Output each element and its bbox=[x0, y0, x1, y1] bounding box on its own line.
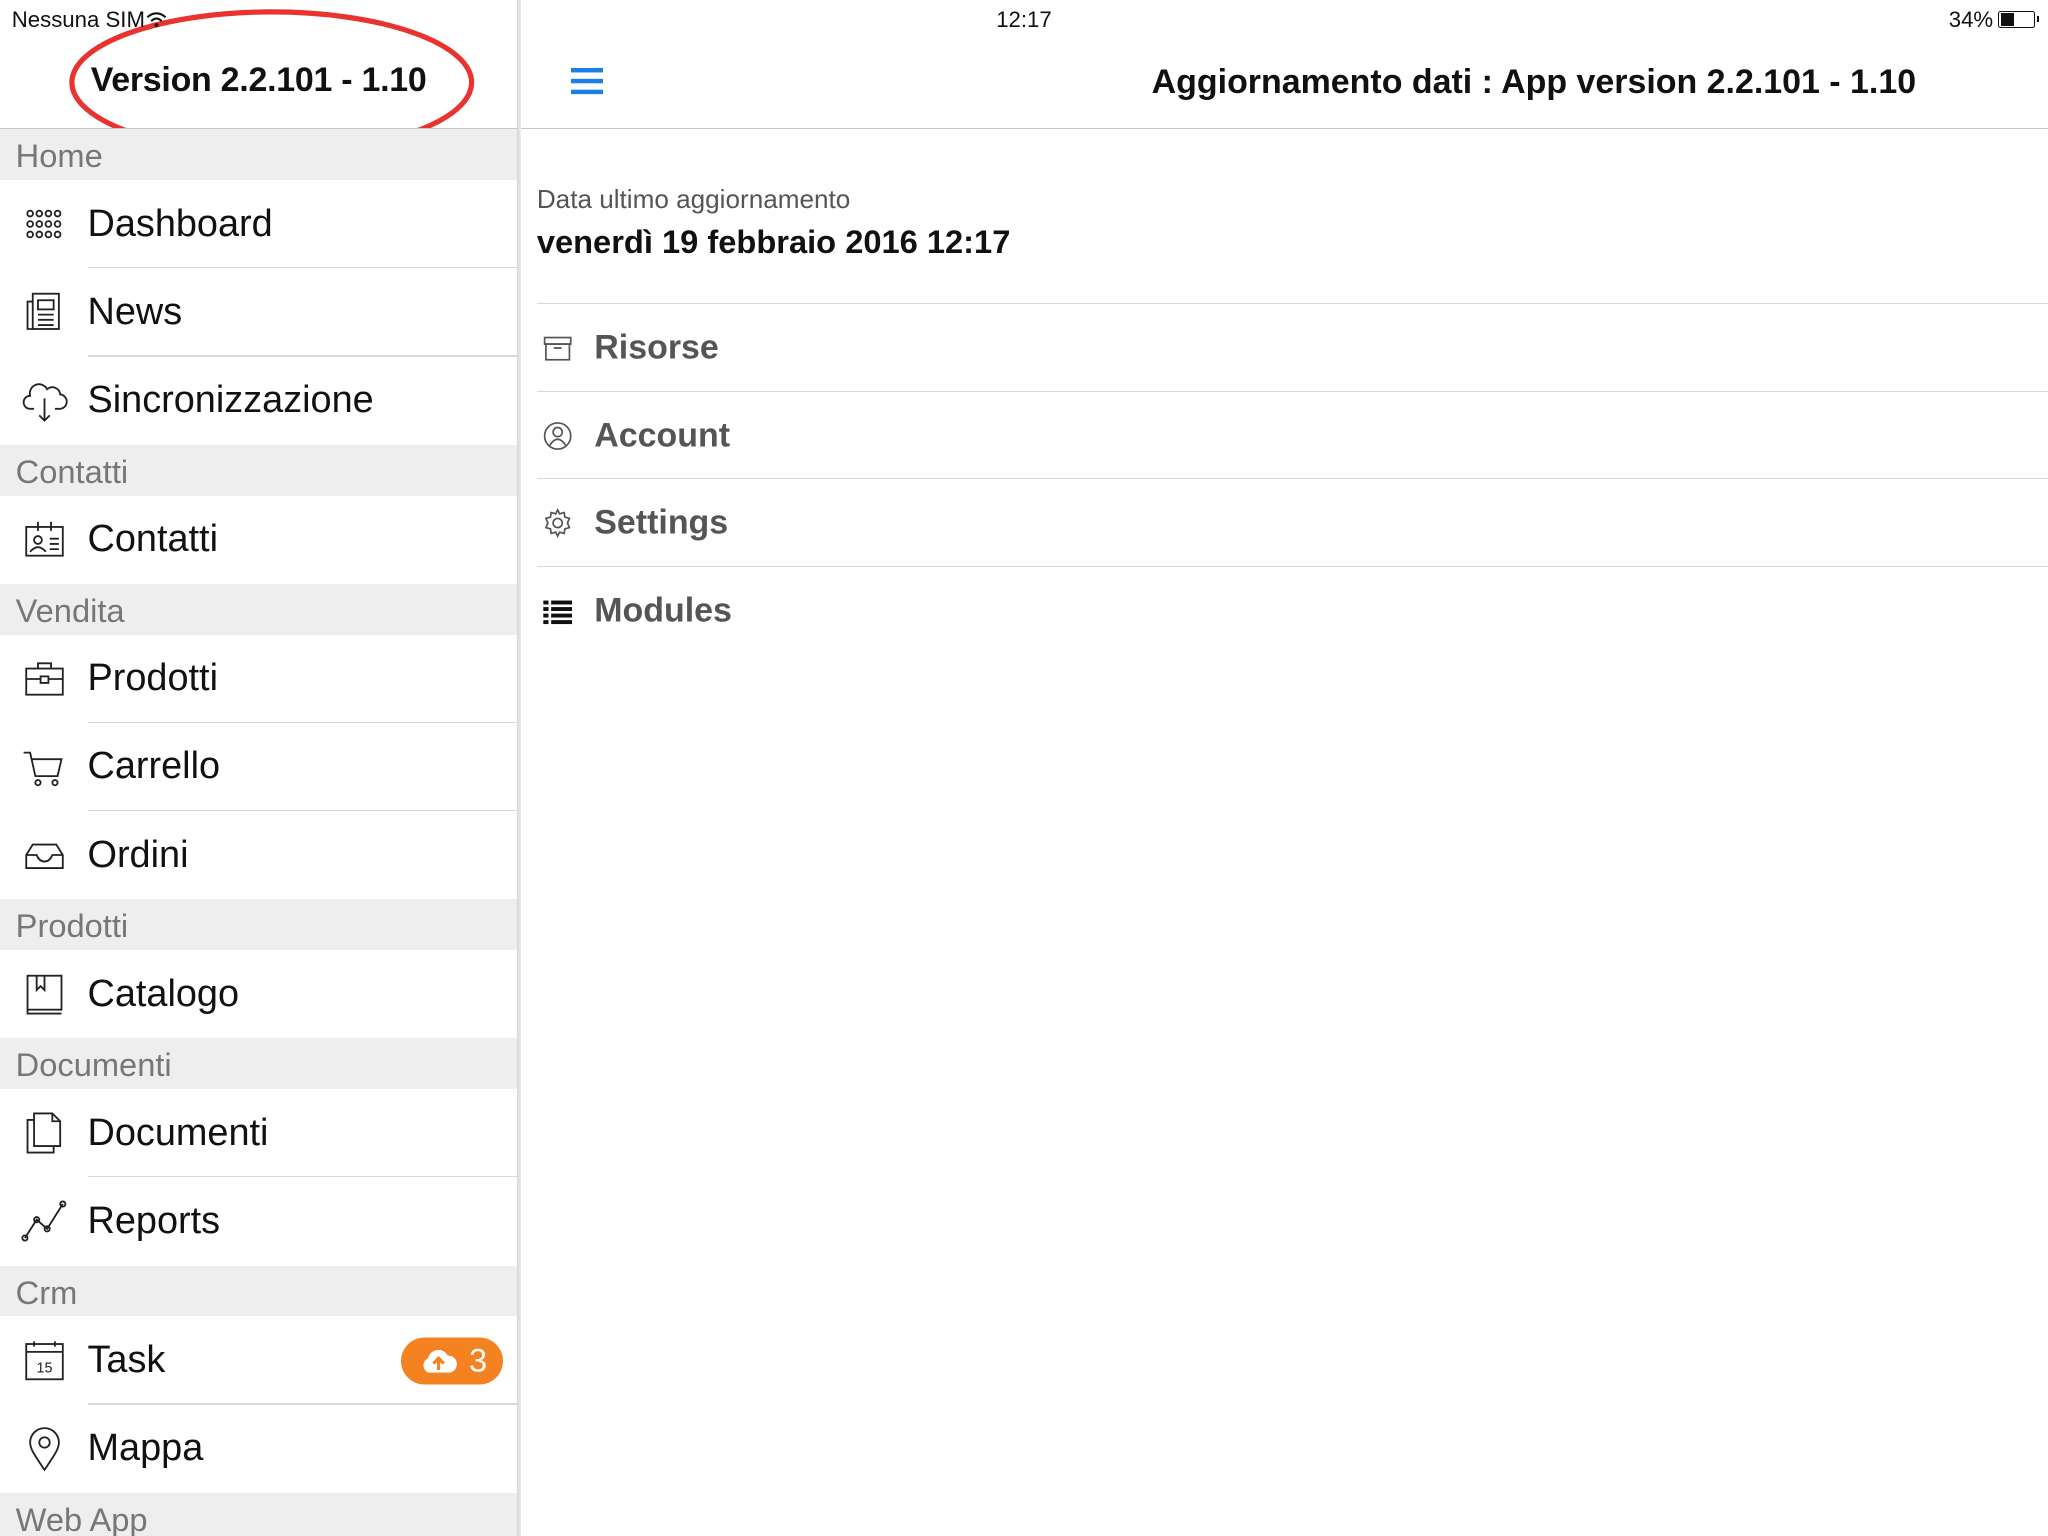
sidebar-item-label: Ordini bbox=[87, 833, 189, 876]
cloud-download-icon bbox=[22, 382, 68, 422]
sidebar-item-label: Documenti bbox=[87, 1111, 269, 1154]
cart-icon bbox=[23, 751, 63, 787]
sidebar-item-ordini[interactable]: Ordini bbox=[0, 811, 517, 899]
badge-count: 3 bbox=[469, 1341, 488, 1379]
sidebar-item-task[interactable]: 15 Task 3 bbox=[0, 1316, 518, 1405]
sidebar-item-label: Carrello bbox=[87, 745, 221, 788]
grid-dots-icon bbox=[26, 210, 62, 239]
option-label: Account bbox=[594, 416, 731, 455]
list-icon bbox=[543, 600, 573, 624]
sidebar-item-contatti[interactable]: Contatti bbox=[0, 496, 517, 584]
status-time: 12:17 bbox=[996, 6, 1052, 32]
section-header-home: Home bbox=[0, 129, 518, 181]
calendar-icon: 15 bbox=[25, 1340, 64, 1380]
section-header-crm: Crm bbox=[0, 1265, 518, 1317]
battery-icon bbox=[1998, 11, 2040, 28]
sidebar-item-label: Reports bbox=[87, 1199, 221, 1242]
book-icon bbox=[26, 975, 63, 1015]
user-circle-icon bbox=[543, 421, 572, 450]
documents-icon bbox=[26, 1112, 61, 1154]
sidebar-item-label: Task bbox=[87, 1339, 166, 1382]
option-settings[interactable]: Settings bbox=[521, 479, 2048, 567]
sidebar-item-mappa[interactable]: Mappa bbox=[0, 1405, 517, 1493]
option-label: Modules bbox=[594, 591, 732, 630]
main-content: Data ultimo aggiornamento venerdì 19 feb… bbox=[521, 129, 2048, 1536]
sidebar-item-documenti[interactable]: Documenti bbox=[0, 1089, 518, 1178]
option-modules[interactable]: Modules bbox=[521, 567, 2048, 655]
sidebar-item-dashboard[interactable]: Dashboard bbox=[0, 180, 518, 269]
sidebar-item-label: News bbox=[87, 290, 183, 333]
battery-indicator: 34% bbox=[1948, 6, 2040, 33]
section-header-contatti: Contatti bbox=[0, 444, 518, 496]
hamburger-icon[interactable] bbox=[570, 67, 604, 97]
sidebar-menu: Home Dashboard News Sincronizzazione Con… bbox=[0, 129, 518, 1536]
battery-percent: 34% bbox=[1948, 6, 1994, 32]
newspaper-icon bbox=[26, 293, 60, 331]
cloud-upload-icon bbox=[423, 1349, 458, 1373]
sidebar-item-reports[interactable]: Reports bbox=[0, 1177, 517, 1265]
gear-icon bbox=[544, 508, 571, 539]
sidebar-item-prodotti[interactable]: Prodotti bbox=[0, 635, 518, 723]
option-label: Settings bbox=[594, 503, 729, 542]
archive-box-icon bbox=[543, 336, 572, 361]
sidebar-item-label: Contatti bbox=[87, 518, 218, 561]
section-header-web-app: Web App bbox=[0, 1492, 518, 1536]
line-chart-icon bbox=[21, 1200, 67, 1242]
section-header-prodotti: Prodotti bbox=[0, 899, 518, 951]
section-header-documenti: Documenti bbox=[0, 1038, 518, 1090]
sidebar-item-carrello[interactable]: Carrello bbox=[0, 723, 518, 812]
sidebar-item-catalogo[interactable]: Catalogo bbox=[0, 950, 517, 1038]
map-pin-icon bbox=[29, 1426, 60, 1472]
sidebar-item-news[interactable]: News bbox=[0, 268, 518, 357]
sidebar: Version 2.2.101 - 1.10 Home Dashboard Ne… bbox=[0, 0, 518, 1536]
option-risorse[interactable]: Risorse bbox=[521, 304, 2048, 392]
last-update-label: Data ultimo aggiornamento bbox=[536, 184, 851, 215]
calendar-day: 15 bbox=[36, 1360, 52, 1376]
sidebar-item-label: Sincronizzazione bbox=[87, 379, 374, 422]
option-label: Risorse bbox=[594, 328, 719, 367]
sidebar-item-label: Mappa bbox=[87, 1427, 204, 1470]
sidebar-item-sincronizzazione[interactable]: Sincronizzazione bbox=[0, 357, 517, 445]
sync-badge[interactable]: 3 bbox=[401, 1337, 503, 1385]
last-update-value: venerdì 19 febbraio 2016 12:17 bbox=[536, 223, 1011, 261]
sidebar-item-label: Dashboard bbox=[87, 202, 273, 245]
version-label: Version 2.2.101 - 1.10 bbox=[90, 61, 427, 100]
section-header-vendita: Vendita bbox=[0, 583, 518, 635]
page-title: Aggiornamento dati : App version 2.2.101… bbox=[1151, 62, 1917, 101]
sidebar-item-label: Prodotti bbox=[87, 657, 218, 700]
sidebar-item-label: Catalogo bbox=[87, 972, 240, 1015]
inbox-tray-icon bbox=[25, 843, 64, 870]
status-bar: Nessuna SIM 12:17 34% bbox=[0, 0, 2048, 42]
briefcase-icon bbox=[25, 662, 64, 696]
contact-card-icon bbox=[25, 521, 64, 557]
option-account[interactable]: Account bbox=[521, 392, 2048, 480]
